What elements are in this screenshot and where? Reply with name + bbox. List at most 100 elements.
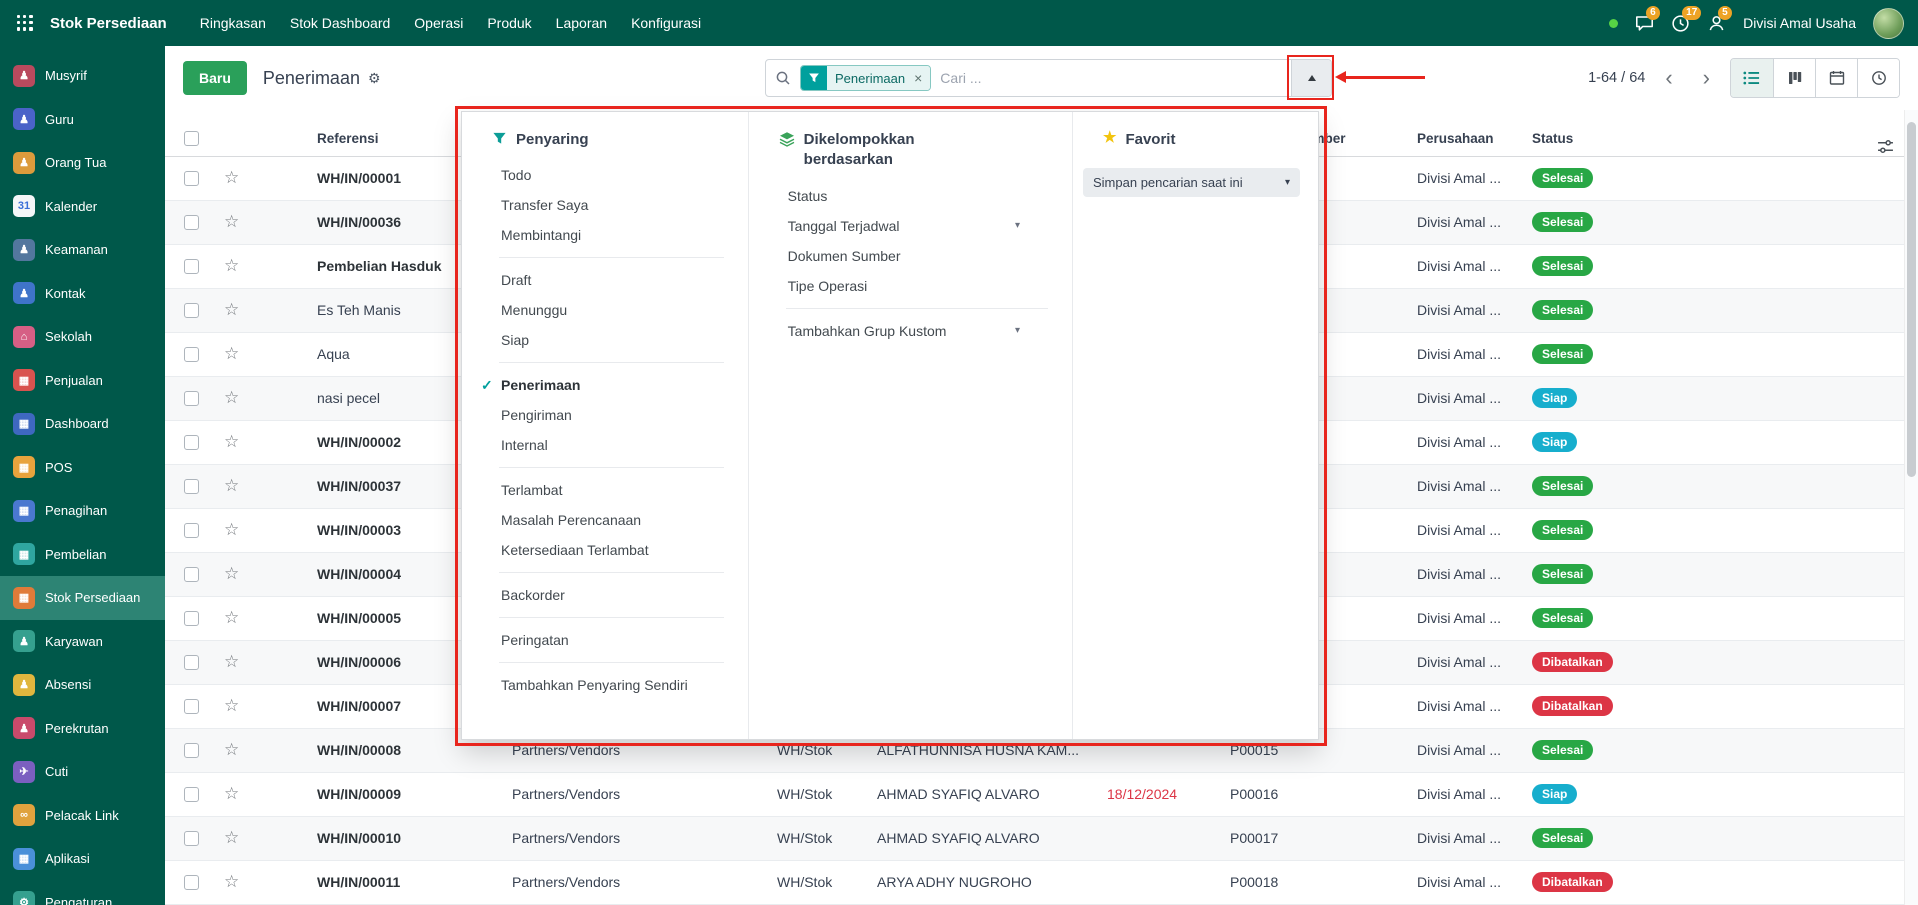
groupby-option-tanggal-terjadwal[interactable]: Tanggal Terjadwal▾ [749,211,1072,241]
vertical-scrollbar[interactable] [1904,110,1918,905]
list-view-button[interactable] [1731,59,1773,97]
kanban-view-button[interactable] [1773,59,1815,97]
sidebar-item-aplikasi[interactable]: ▦Aplikasi [0,837,165,881]
sidebar-item-keamanan[interactable]: ♟Keamanan [0,228,165,272]
row-checkbox[interactable] [184,699,199,714]
row-checkbox[interactable] [184,259,199,274]
sidebar-item-perekrutan[interactable]: ♟Perekrutan [0,707,165,751]
filter-option-peringatan[interactable]: Peringatan [462,625,748,655]
favorite-star-icon[interactable]: ☆ [224,476,239,495]
filter-option-backorder[interactable]: Backorder [462,580,748,610]
row-checkbox[interactable] [184,215,199,230]
sidebar-item-sekolah[interactable]: ⌂Sekolah [0,315,165,359]
sidebar-item-dashboard[interactable]: ▦Dashboard [0,402,165,446]
filter-option-masalah-perencanaan[interactable]: Masalah Perencanaan [462,505,748,535]
sidebar-item-orang-tua[interactable]: ♟Orang Tua [0,141,165,185]
favorite-star-icon[interactable]: ☆ [224,520,239,539]
filter-option-menunggu[interactable]: Menunggu [462,295,748,325]
row-checkbox[interactable] [184,875,199,890]
column-header-status[interactable]: Status [1520,110,1904,156]
favorite-star-icon[interactable]: ☆ [224,564,239,583]
nav-menu-laporan[interactable]: Laporan [545,9,618,37]
nav-menu-konfigurasi[interactable]: Konfigurasi [620,9,712,37]
new-button[interactable]: Baru [183,61,247,95]
messages-button[interactable]: 6 [1635,14,1654,33]
column-header-perusahaan[interactable]: Perusahaan [1405,110,1520,156]
table-row[interactable]: ☆WH/IN/00009Partners/VendorsWH/StokAHMAD… [165,772,1904,816]
nav-menu-operasi[interactable]: Operasi [403,9,474,37]
sidebar-item-karyawan[interactable]: ♟Karyawan [0,620,165,664]
app-title[interactable]: Stok Persediaan [50,15,167,32]
sidebar-item-absensi[interactable]: ♟Absensi [0,663,165,707]
row-checkbox[interactable] [184,391,199,406]
favorite-star-icon[interactable]: ☆ [224,388,239,407]
filter-option-tambahkan-penyaring-sendiri[interactable]: Tambahkan Penyaring Sendiri [462,670,748,700]
row-checkbox[interactable] [184,831,199,846]
scrollbar-thumb[interactable] [1907,122,1916,477]
table-row[interactable]: ☆WH/IN/00011Partners/VendorsWH/StokARYA … [165,860,1904,904]
pager-next-button[interactable]: › [1703,67,1710,89]
favorite-star-icon[interactable]: ☆ [224,696,239,715]
nav-menu-produk[interactable]: Produk [476,9,542,37]
filter-option-terlambat[interactable]: Terlambat [462,475,748,505]
filter-option-membintangi[interactable]: Membintangi [462,220,748,250]
select-all-checkbox[interactable] [184,131,199,146]
favorite-star-icon[interactable]: ☆ [224,784,239,803]
sidebar-item-penjualan[interactable]: ▦Penjualan [0,359,165,403]
calendar-view-button[interactable] [1815,59,1857,97]
filter-option-penerimaan[interactable]: ✓Penerimaan [462,370,748,400]
row-checkbox[interactable] [184,567,199,582]
save-current-search-button[interactable]: Simpan pencarian saat ini ▾ [1083,168,1300,197]
groupby-option-status[interactable]: Status [749,181,1072,211]
user-avatar[interactable] [1873,8,1904,39]
filter-option-ketersediaan-terlambat[interactable]: Ketersediaan Terlambat [462,535,748,565]
row-checkbox[interactable] [184,787,199,802]
filter-option-siap[interactable]: Siap [462,325,748,355]
row-checkbox[interactable] [184,435,199,450]
groupby-option-tambahkan-grup-kustom[interactable]: Tambahkan Grup Kustom▾ [749,316,1072,346]
favorite-star-icon[interactable]: ☆ [224,344,239,363]
row-checkbox[interactable] [184,655,199,670]
adjust-columns-icon[interactable] [1877,138,1894,160]
favorite-star-icon[interactable]: ☆ [224,872,239,891]
pager-previous-button[interactable]: ‹ [1665,67,1672,89]
sidebar-item-cuti[interactable]: ✈Cuti [0,750,165,794]
sidebar-item-kalender[interactable]: 31Kalender [0,185,165,229]
row-checkbox[interactable] [184,743,199,758]
sidebar-item-pengaturan[interactable]: ⚙Pengaturan [0,881,165,905]
search-options-toggle[interactable] [1291,60,1331,96]
favorite-star-icon[interactable]: ☆ [224,740,239,759]
company-switcher[interactable]: Divisi Amal Usaha [1743,15,1856,31]
nav-menu-ringkasan[interactable]: Ringkasan [189,9,277,37]
row-checkbox[interactable] [184,523,199,538]
sidebar-item-penagihan[interactable]: ▦Penagihan [0,489,165,533]
groupby-option-tipe-operasi[interactable]: Tipe Operasi [749,271,1072,301]
favorite-star-icon[interactable]: ☆ [224,828,239,847]
favorite-star-icon[interactable]: ☆ [224,432,239,451]
search-input[interactable]: Cari ... [940,70,981,86]
row-checkbox[interactable] [184,611,199,626]
favorite-star-icon[interactable]: ☆ [224,212,239,231]
table-row[interactable]: ☆WH/IN/00010Partners/VendorsWH/StokAHMAD… [165,816,1904,860]
sidebar-item-kontak[interactable]: ♟Kontak [0,272,165,316]
nav-menu-stok-dashboard[interactable]: Stok Dashboard [279,9,401,37]
search-bar[interactable]: Penerimaan × Cari ... [765,59,1332,97]
requests-button[interactable]: 5 [1707,14,1726,33]
sidebar-item-guru[interactable]: ♟Guru [0,98,165,142]
favorite-star-icon[interactable]: ☆ [224,168,239,187]
filter-option-pengiriman[interactable]: Pengiriman [462,400,748,430]
row-checkbox[interactable] [184,171,199,186]
filter-option-draft[interactable]: Draft [462,265,748,295]
activity-view-button[interactable] [1857,59,1899,97]
sidebar-item-pelacak-link[interactable]: ∞Pelacak Link [0,794,165,838]
gear-icon[interactable]: ⚙ [368,70,381,87]
favorite-star-icon[interactable]: ☆ [224,300,239,319]
sidebar-item-pos[interactable]: ▦POS [0,446,165,490]
sidebar-item-stok-persediaan[interactable]: ▦Stok Persediaan [0,576,165,620]
facet-remove-icon[interactable]: × [913,66,930,90]
favorite-star-icon[interactable]: ☆ [224,652,239,671]
row-checkbox[interactable] [184,303,199,318]
activities-button[interactable]: 17 [1671,14,1690,33]
filter-option-transfer-saya[interactable]: Transfer Saya [462,190,748,220]
sidebar-item-musyrif[interactable]: ♟Musyrif [0,54,165,98]
